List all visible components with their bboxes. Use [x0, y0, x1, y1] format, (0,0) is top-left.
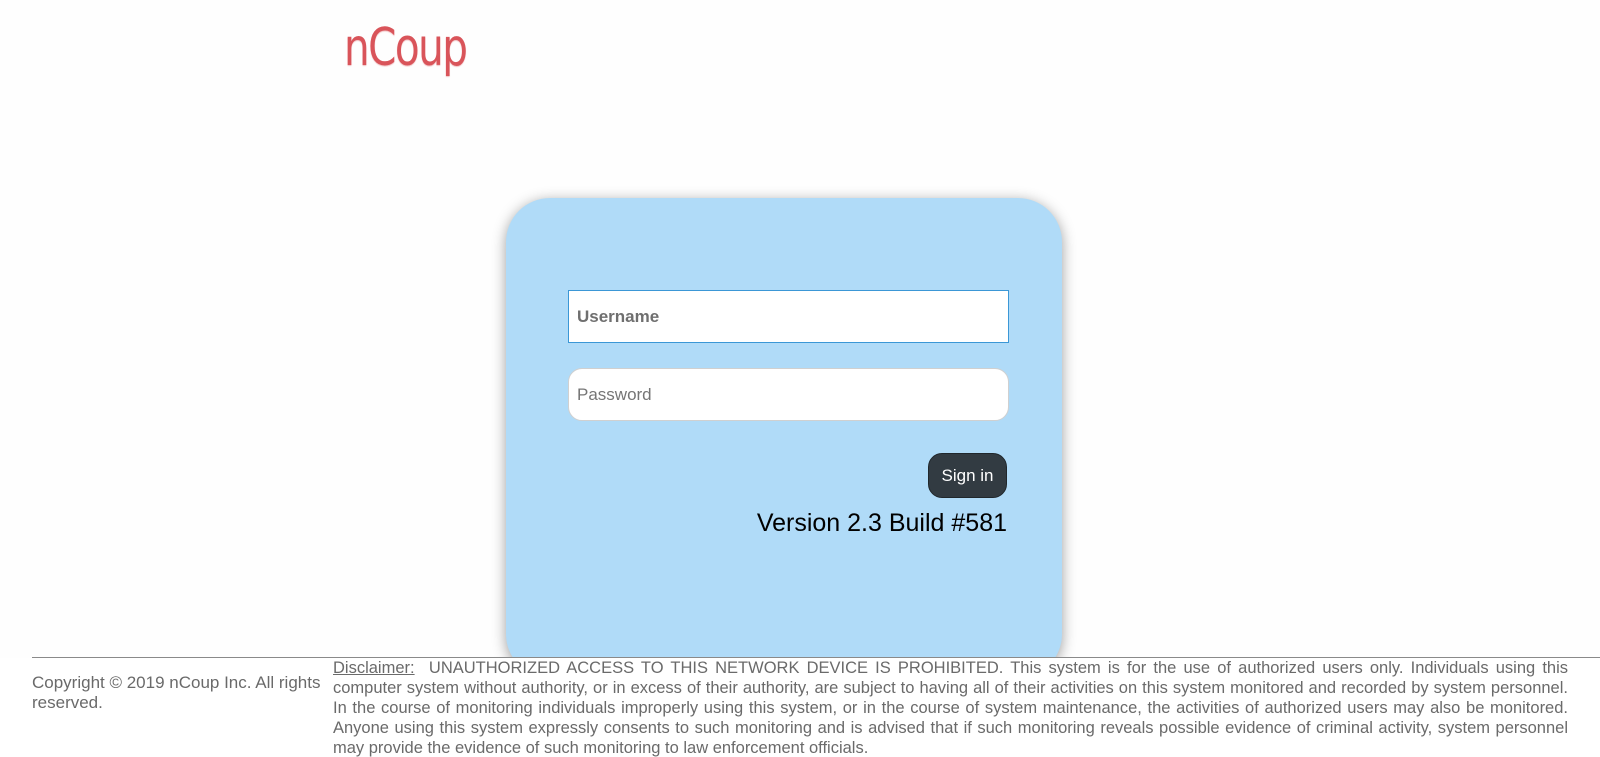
version-label: Version 2.3 Build #581 — [756, 509, 1007, 537]
sign-in-button[interactable]: Sign in — [928, 453, 1007, 498]
username-input[interactable] — [568, 290, 1009, 343]
login-page: nCoup Sign in Version 2.3 Build #581 Cop… — [0, 0, 1600, 757]
ncoup-logo: nCoup — [344, 18, 468, 78]
copyright-text: Copyright © 2019 nCoup Inc. All rights r… — [32, 673, 321, 712]
footer: Copyright © 2019 nCoup Inc. All rights r… — [0, 658, 1600, 757]
login-card: Sign in Version 2.3 Build #581 — [506, 198, 1062, 678]
disclaimer: Disclaimer: UNAUTHORIZED ACCESS TO THIS … — [333, 658, 1568, 757]
password-input[interactable] — [568, 368, 1009, 421]
disclaimer-label: Disclaimer: — [333, 659, 415, 677]
disclaimer-text: UNAUTHORIZED ACCESS TO THIS NETWORK DEVI… — [333, 659, 1569, 757]
